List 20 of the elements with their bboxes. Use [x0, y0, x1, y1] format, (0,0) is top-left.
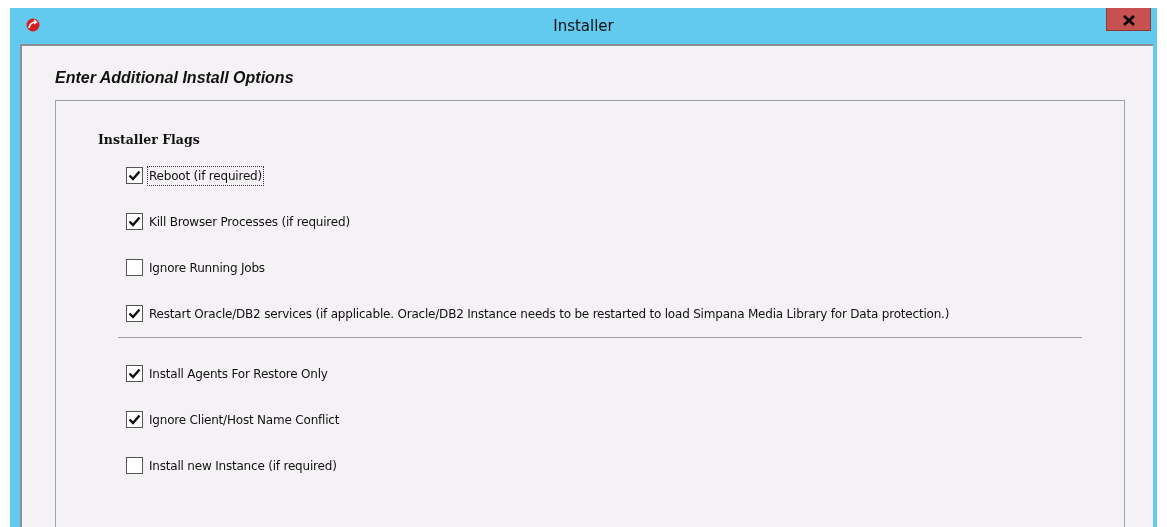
- checkbox[interactable]: [126, 305, 143, 323]
- checkbox-label: Install Agents For Restore Only: [148, 365, 329, 383]
- app-icon: [26, 18, 40, 32]
- close-icon: [1122, 14, 1135, 26]
- group-title: Installer Flags: [98, 131, 201, 149]
- checkbox[interactable]: [126, 411, 143, 429]
- checkbox-label: Ignore Running Jobs: [148, 259, 266, 277]
- checkbox-label: Ignore Client/Host Name Conflict: [148, 411, 341, 429]
- checkbox-label: Restart Oracle/DB2 services (if applicable. Oracle/DB2 Instance needs to be restarted to load Simpana Media Library for Data protection.): [148, 305, 951, 323]
- checkbox[interactable]: [126, 259, 143, 277]
- checkbox-label: Kill Browser Processes (if required): [148, 213, 351, 231]
- checkbox[interactable]: [126, 213, 143, 231]
- checkbox-label: Reboot (if required): [147, 165, 265, 186]
- checkbox[interactable]: [126, 457, 143, 475]
- window-title: Installer: [553, 15, 614, 37]
- checkbox[interactable]: [126, 167, 143, 185]
- page-heading: Enter Additional Install Options: [55, 68, 295, 88]
- checkbox-label: Install new Instance (if required): [148, 457, 338, 475]
- checkbox[interactable]: [126, 365, 143, 383]
- close-button[interactable]: [1106, 8, 1151, 31]
